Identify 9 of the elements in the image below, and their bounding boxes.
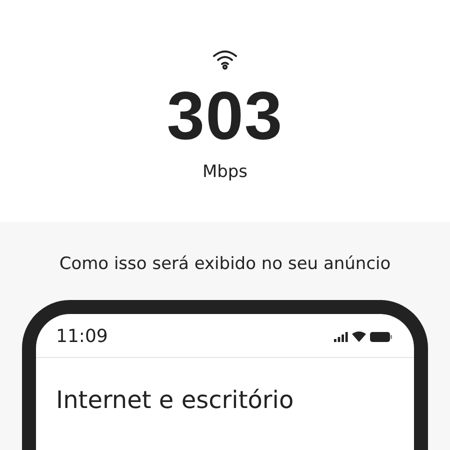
speed-unit: Mbps bbox=[202, 162, 248, 182]
wifi-icon bbox=[212, 48, 238, 70]
caption: Como isso será exibido no seu anúncio bbox=[59, 254, 391, 274]
status-time: 11:09 bbox=[56, 326, 108, 347]
wifi-icon bbox=[352, 331, 366, 342]
signal-icon bbox=[334, 332, 348, 342]
screen-title: Internet e escritório bbox=[55, 385, 295, 414]
battery-icon bbox=[370, 332, 392, 342]
speed-value: 303 bbox=[166, 80, 284, 152]
